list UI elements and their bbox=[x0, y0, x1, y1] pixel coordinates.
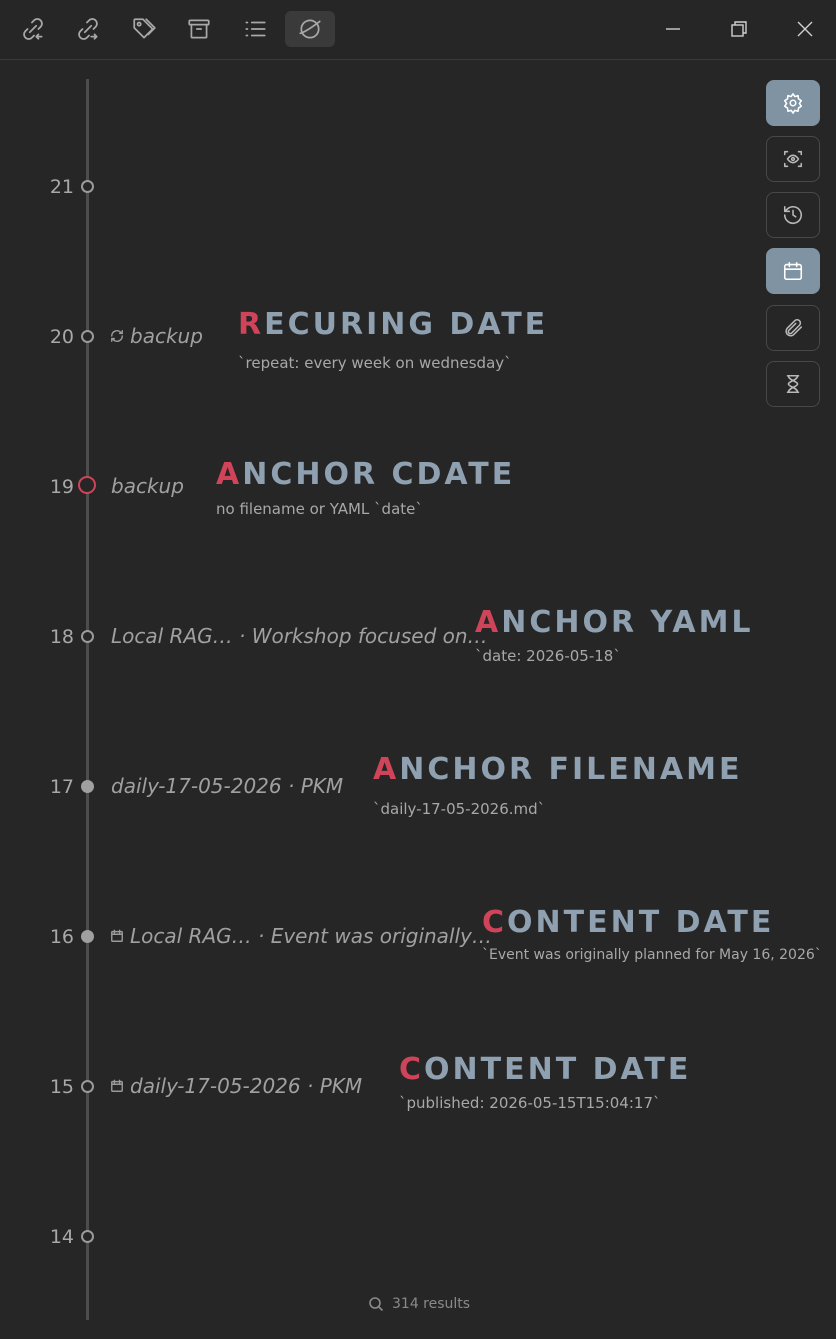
note-label: backup bbox=[130, 324, 203, 348]
note-label: Local RAG… · Workshop focused on… bbox=[111, 624, 488, 648]
title-rest: ONTENT DATE bbox=[507, 905, 775, 940]
day-label: 18 bbox=[49, 626, 74, 648]
note-link[interactable]: Local RAG… · Workshop focused on… bbox=[111, 624, 488, 648]
archive-button[interactable] bbox=[174, 11, 224, 47]
calendar-button[interactable] bbox=[766, 248, 820, 294]
results-footer: 314 results bbox=[368, 1296, 470, 1312]
card-subtitle: no filename or YAML `date` bbox=[216, 500, 423, 518]
card-subtitle: `date: 2026-05-18` bbox=[475, 647, 621, 665]
timeline-button[interactable] bbox=[285, 11, 335, 47]
day-marker[interactable] bbox=[81, 1230, 94, 1243]
note-label: Local RAG… · Event was originally… bbox=[130, 924, 492, 948]
outgoing-links-button[interactable] bbox=[63, 11, 113, 47]
outline-icon bbox=[245, 21, 266, 37]
card-subtitle: `repeat: every week on wednesday` bbox=[238, 354, 512, 372]
backlinks-button[interactable] bbox=[8, 11, 58, 47]
day-marker[interactable] bbox=[81, 1080, 94, 1093]
title-rest: NCHOR CDATE bbox=[242, 457, 516, 492]
title-initial: R bbox=[238, 307, 265, 342]
day-marker-selected[interactable] bbox=[78, 476, 96, 494]
calendar-icon bbox=[783, 261, 803, 281]
tags-button[interactable] bbox=[119, 11, 169, 47]
day-marker[interactable] bbox=[81, 630, 94, 643]
minimize-icon bbox=[666, 28, 680, 30]
calendar-icon bbox=[111, 1079, 123, 1092]
title-initial: A bbox=[475, 605, 502, 640]
title-rest: NCHOR YAML bbox=[501, 605, 754, 640]
minimize-button[interactable] bbox=[658, 14, 688, 44]
title-rest: NCHOR FILENAME bbox=[399, 752, 743, 787]
day-label: 17 bbox=[49, 776, 74, 798]
history-button[interactable] bbox=[766, 192, 820, 238]
day-marker[interactable] bbox=[81, 180, 94, 193]
eye-scan-button[interactable] bbox=[766, 136, 820, 182]
note-link[interactable]: Local RAG… · Event was originally… bbox=[110, 924, 492, 948]
day-label: 21 bbox=[49, 176, 74, 198]
paperclip-icon bbox=[785, 318, 803, 337]
note-label: backup bbox=[111, 474, 184, 498]
outgoing-links-icon bbox=[78, 18, 98, 40]
repeat-icon bbox=[111, 330, 123, 342]
day-marker[interactable] bbox=[81, 780, 94, 793]
eye-scan-icon bbox=[783, 150, 803, 168]
search-icon bbox=[369, 1297, 384, 1312]
settings-icon bbox=[783, 93, 803, 114]
day-label: 16 bbox=[49, 926, 74, 948]
title-rest: ONTENT DATE bbox=[424, 1052, 692, 1087]
history-icon bbox=[783, 205, 803, 224]
close-button[interactable] bbox=[790, 14, 820, 44]
day-marker[interactable] bbox=[81, 330, 94, 343]
note-label: daily-17-05-2026 · PKM bbox=[130, 1074, 363, 1098]
card-title: ANCHOR CDATE bbox=[216, 457, 515, 492]
title-initial: C bbox=[482, 905, 508, 940]
day-label: 20 bbox=[49, 326, 74, 348]
tags-icon bbox=[133, 18, 156, 39]
restore-button[interactable] bbox=[724, 14, 754, 44]
calendar-icon bbox=[111, 929, 123, 942]
title-initial: C bbox=[399, 1052, 425, 1087]
outline-button[interactable] bbox=[230, 11, 280, 47]
archive-icon bbox=[188, 19, 210, 39]
timeline-row: 21 bbox=[0, 176, 836, 236]
restore-icon bbox=[731, 21, 747, 37]
timeline-icon bbox=[299, 19, 321, 39]
results-count: 314 results bbox=[392, 1296, 471, 1312]
day-label: 19 bbox=[49, 476, 74, 498]
title-initial: A bbox=[373, 752, 400, 787]
card-subtitle: `Event was originally planned for May 16… bbox=[482, 947, 822, 963]
close-icon bbox=[797, 21, 813, 37]
card-title: RECURING DATE bbox=[238, 307, 548, 342]
card-subtitle: `daily-17-05-2026.md` bbox=[373, 800, 546, 818]
day-marker[interactable] bbox=[81, 930, 94, 943]
card-title: ANCHOR FILENAME bbox=[373, 752, 742, 787]
attachment-button[interactable] bbox=[766, 305, 820, 351]
hourglass-button[interactable] bbox=[766, 361, 820, 407]
title-initial: A bbox=[216, 457, 243, 492]
note-link[interactable]: backup bbox=[110, 324, 203, 348]
backlinks-icon bbox=[23, 18, 43, 40]
note-link[interactable]: daily-17-05-2026 · PKM bbox=[110, 1074, 362, 1098]
settings-button[interactable] bbox=[766, 80, 820, 126]
day-label: 14 bbox=[49, 1226, 74, 1248]
card-title: CONTENT DATE bbox=[399, 1052, 691, 1087]
toolbar bbox=[0, 0, 836, 60]
hourglass-icon bbox=[786, 374, 800, 394]
card-title: CONTENT DATE bbox=[482, 905, 774, 940]
title-rest: ECURING DATE bbox=[264, 307, 549, 342]
card-title: ANCHOR YAML bbox=[475, 605, 754, 640]
note-link[interactable]: backup bbox=[111, 474, 184, 498]
card-subtitle: `published: 2026-05-15T15:04:17` bbox=[399, 1094, 661, 1112]
timeline-row: 14 bbox=[0, 1226, 836, 1286]
day-label: 15 bbox=[49, 1076, 74, 1098]
note-label: daily-17-05-2026 · PKM bbox=[111, 774, 344, 798]
note-link[interactable]: daily-17-05-2026 · PKM bbox=[111, 774, 343, 798]
